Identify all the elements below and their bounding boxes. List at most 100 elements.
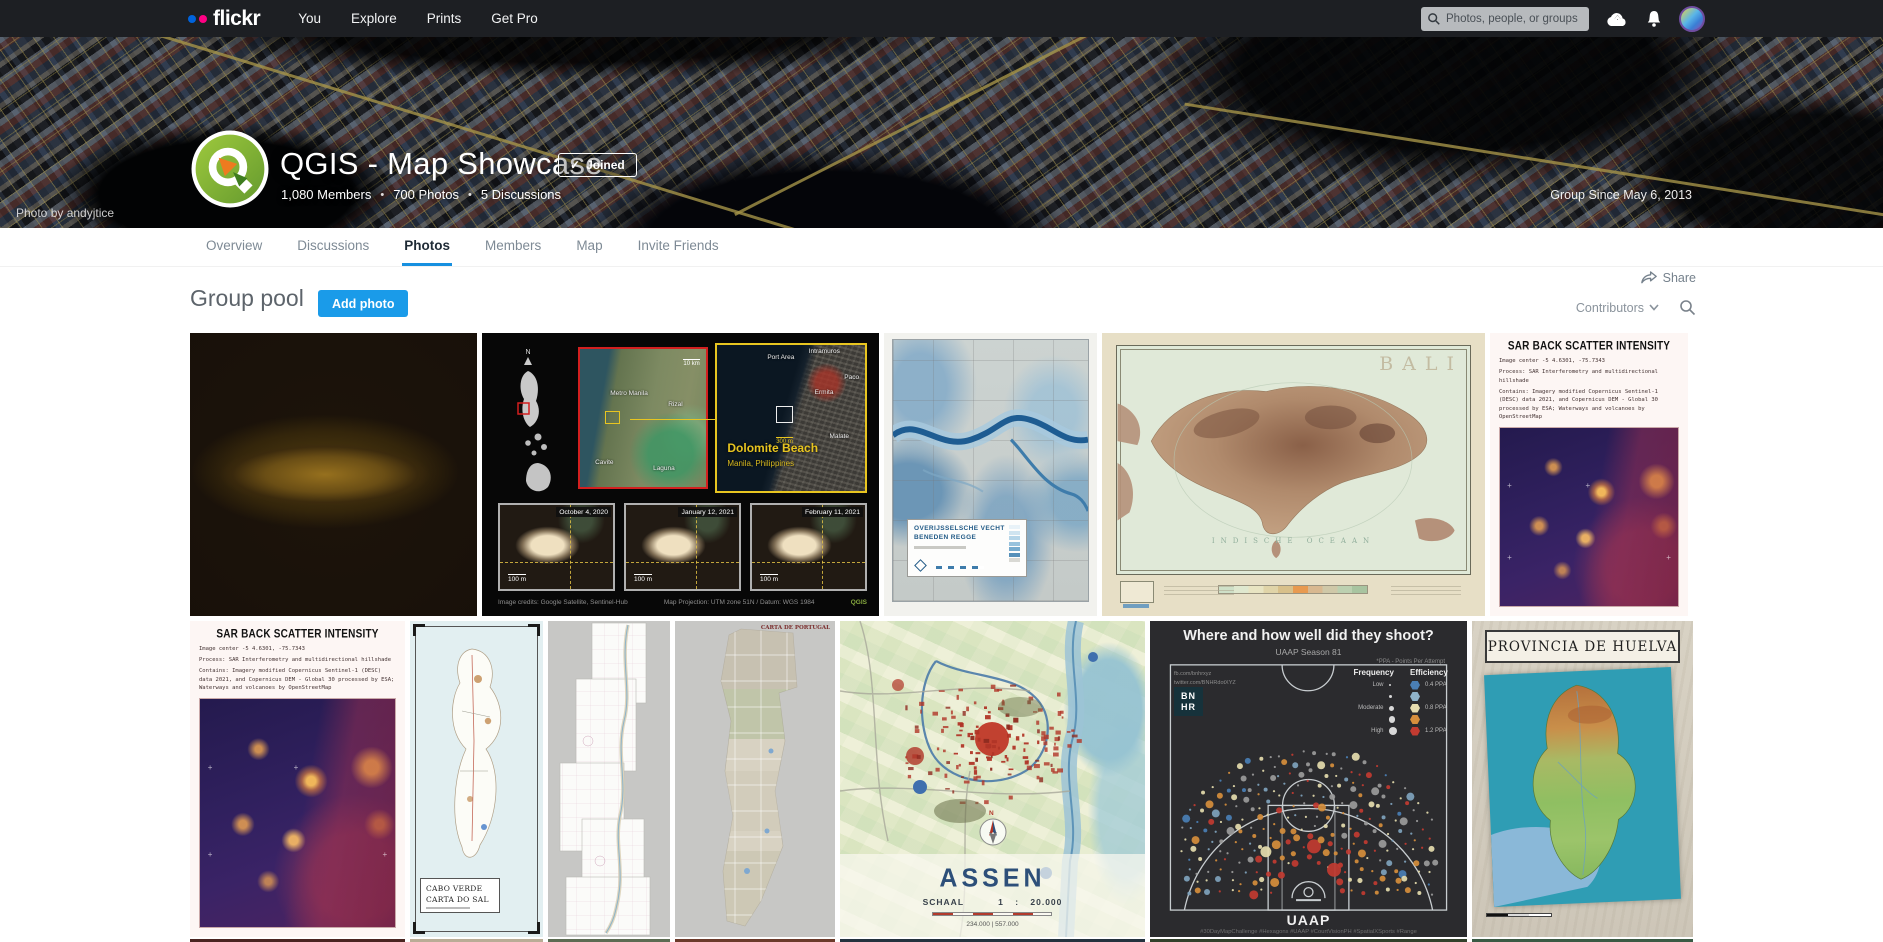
portugal-mosaic-artwork	[675, 621, 835, 937]
zoom-extent-box	[776, 406, 793, 423]
poster-title: SAR BACK SCATTER INTENSITY	[199, 628, 396, 641]
philippines-locator-map: N	[498, 349, 570, 499]
group-since-label: Group Since May 6, 2013	[1550, 188, 1692, 202]
scale-bar-label: 100 m	[634, 574, 652, 583]
cover-photo-credit[interactable]: Photo by andyjtice	[16, 206, 114, 220]
map-title-line2: CARTA DO SAL	[426, 894, 494, 905]
scale-text: SCHAAL 1 : 20.000	[840, 897, 1145, 907]
map-title-box: CABO VERDE CARTA DO SAL	[420, 878, 500, 914]
map-title-line1: CABO VERDE	[426, 883, 494, 894]
flickr-logo-dot-blue	[188, 15, 196, 23]
legend-swatches	[1009, 525, 1020, 562]
members-count[interactable]: 1,080 Members	[281, 187, 371, 202]
photo-thumb-carta-de-portugal[interactable]: CARTA DE PORTUGAL	[675, 621, 835, 937]
global-search-box[interactable]	[1421, 7, 1589, 31]
map-title-line1: OVERIJSSELSCHE VECHT	[914, 525, 1020, 534]
tab-members[interactable]: Members	[483, 228, 543, 266]
nav-item-prints[interactable]: Prints	[427, 11, 462, 26]
tab-photos[interactable]: Photos	[402, 228, 452, 266]
user-avatar[interactable]	[1679, 6, 1705, 32]
map-label: Malate	[829, 433, 849, 440]
map-title: CARTA DE PORTUGAL	[761, 625, 830, 631]
top-navbar: flickr You Explore Prints Get Pro	[0, 0, 1883, 37]
photo-thumb-uaap-shot-chart[interactable]: Where and how well did they shoot? UAAP …	[1150, 621, 1467, 937]
manila-detail-satmap: Port Area Intramuros Paco Ermita Malate …	[715, 343, 867, 493]
tab-invite-friends[interactable]: Invite Friends	[636, 228, 721, 266]
nav-item-explore[interactable]: Explore	[351, 11, 397, 26]
legend-text-block	[1164, 583, 1234, 595]
pool-filter-row: Contributors	[1576, 299, 1696, 316]
upload-cloud-icon[interactable]	[1606, 10, 1629, 27]
flickr-group-page: flickr You Explore Prints Get Pro	[0, 0, 1883, 942]
photo-thumb-dark-relief-map[interactable]	[190, 333, 477, 616]
pool-search-icon[interactable]	[1679, 299, 1696, 316]
panel-date: October 4, 2020	[556, 507, 611, 517]
flickr-logo[interactable]: flickr	[188, 7, 260, 31]
flickr-logo-dot-pink	[199, 15, 207, 23]
search-input[interactable]	[1446, 13, 1583, 25]
joined-label: Joined	[586, 158, 625, 172]
huelva-artwork	[1484, 667, 1681, 907]
nav-item-you[interactable]: You	[298, 11, 321, 26]
scale-bar-label: 100 m	[508, 574, 526, 583]
discussions-count[interactable]: 5 Discussions	[481, 187, 561, 202]
photo-thumb-provincia-de-huelva[interactable]: PROVINCIA DE HUELVA	[1472, 621, 1693, 937]
compass-north-label: N	[989, 810, 994, 817]
sar-map-canvas: ++ ++	[1499, 427, 1679, 607]
photo-thumb-cabo-verde-sal[interactable]: CABO VERDE CARTA DO SAL	[410, 621, 543, 937]
frequency-legend: Frequency Low Moderate High	[1354, 668, 1398, 736]
photo-thumb-sar-backscatter[interactable]: SAR BACK SCATTER INTENSITY Image center …	[1490, 333, 1688, 616]
map-label: Laguna	[653, 465, 675, 472]
search-icon	[1427, 12, 1441, 26]
share-button[interactable]: Share	[1640, 270, 1696, 285]
map-label: Ermita	[815, 389, 834, 396]
map-credits: Image credits: Google Satellite, Sentine…	[498, 599, 867, 606]
inset-locator-map	[1120, 581, 1154, 603]
share-icon	[1640, 270, 1657, 285]
timeseries-panel: October 4, 2020 100 m	[498, 503, 615, 591]
poster-metadata: Image center -5 4.6301, -75.7343 Process…	[1499, 357, 1679, 424]
photo-thumb-coastal-chart-sheets[interactable]	[548, 621, 670, 937]
map-title-line2: BENEDEN REGGE	[914, 534, 1020, 543]
photo-thumb-bali-relief-map[interactable]: BALI INDISCHE OCEAAN	[1102, 333, 1485, 616]
legend-logo	[914, 559, 927, 572]
contributors-dropdown[interactable]: Contributors	[1576, 301, 1659, 315]
chart-footer: UAAP	[1150, 912, 1467, 928]
photo-thumb-dolomite-beach[interactable]: N Metro Manila Rizal Cavite Laguna 10 km	[482, 333, 879, 616]
tab-map[interactable]: Map	[574, 228, 604, 266]
notifications-bell-icon[interactable]	[1646, 10, 1662, 28]
philippines-silhouette	[498, 367, 570, 497]
share-label: Share	[1663, 271, 1696, 285]
compass-north-label: N	[524, 349, 532, 365]
poster-title: SAR BACK SCATTER INTENSITY	[1499, 340, 1679, 353]
group-title: QGIS - Map Showcase	[280, 146, 603, 182]
place-title: Dolomite Beach	[727, 441, 818, 455]
photo-row-2: SAR BACK SCATTER INTENSITY Image center …	[190, 621, 1693, 937]
joined-button[interactable]: ✓ Joined	[558, 153, 637, 177]
stats-separator: •	[380, 189, 384, 201]
map-title: BALI	[1379, 353, 1463, 375]
photo-thumb-vecht-flood-map[interactable]: OVERIJSSELSCHE VECHT BENEDEN REGGE	[884, 333, 1097, 616]
photo-thumb-assen-city-map[interactable]: N ASSEN SCHAAL 1 : 20.000 234.000 | 557.…	[840, 621, 1145, 937]
page-title: Group pool	[190, 285, 304, 312]
map-label: Paco	[844, 374, 859, 381]
place-subtitle: Manila, Philippines	[727, 459, 794, 468]
map-label: Metro Manila	[610, 390, 648, 397]
scale-bar-label: 100 m	[760, 574, 778, 583]
photos-count[interactable]: 700 Photos	[393, 187, 459, 202]
tab-discussions[interactable]: Discussions	[295, 228, 371, 266]
group-stats: 1,080 Members • 700 Photos • 5 Discussio…	[281, 187, 561, 202]
group-avatar-qgis-logo[interactable]	[191, 130, 269, 208]
map-legend-box: OVERIJSSELSCHE VECHT BENEDEN REGGE	[907, 519, 1027, 577]
connector-line	[630, 419, 717, 420]
primary-nav: You Explore Prints Get Pro	[298, 11, 538, 26]
legend-text-block	[1391, 583, 1461, 595]
photo-thumb-sar-backscatter-2[interactable]: SAR BACK SCATTER INTENSITY Image center …	[190, 621, 405, 937]
add-photo-button[interactable]: Add photo	[318, 290, 408, 317]
map-label: Port Area	[767, 354, 794, 361]
tab-overview[interactable]: Overview	[204, 228, 264, 266]
contributors-label: Contributors	[1576, 301, 1644, 315]
timeseries-panel: January 12, 2021 100 m	[624, 503, 741, 591]
chevron-down-icon	[1649, 304, 1659, 311]
nav-item-getpro[interactable]: Get Pro	[491, 11, 538, 26]
